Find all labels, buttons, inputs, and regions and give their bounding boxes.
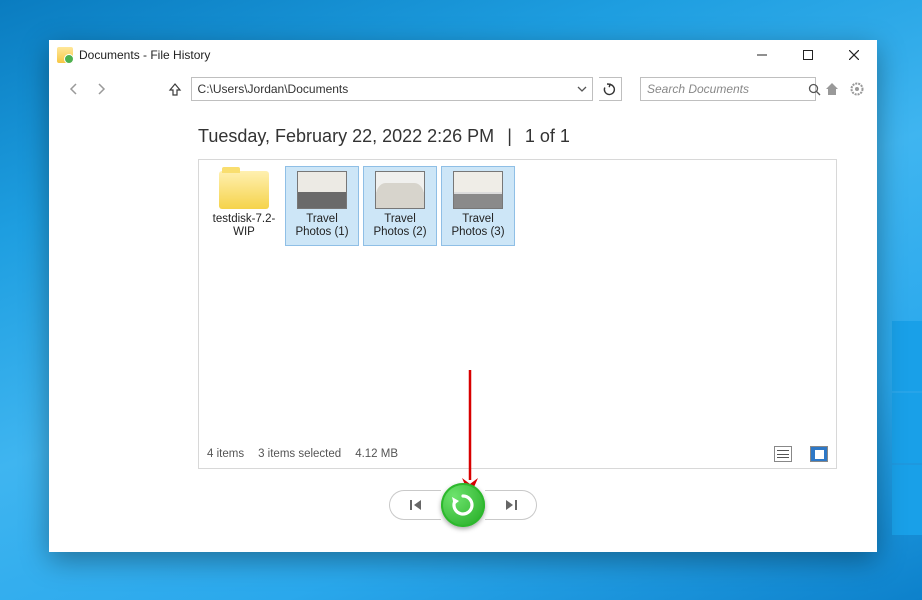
refresh-icon: [603, 83, 616, 96]
skip-forward-icon: [504, 499, 518, 511]
refresh-button[interactable]: [599, 77, 622, 101]
search-box[interactable]: [640, 77, 816, 101]
app-icon: [57, 47, 73, 63]
item-label: Travel Photos (1): [288, 213, 356, 239]
view-large-icons-button[interactable]: [810, 446, 828, 462]
desktop-accent: [892, 321, 922, 535]
address-path: C:\Users\Jordan\Documents: [192, 82, 572, 96]
arrow-up-icon: [168, 82, 182, 96]
chevron-down-icon: [577, 84, 587, 94]
address-dropdown[interactable]: [572, 78, 592, 100]
forward-button[interactable]: [90, 78, 111, 100]
restore-button[interactable]: [441, 483, 485, 527]
maximize-button[interactable]: [785, 40, 831, 70]
navigation-controls: [49, 483, 877, 527]
window-title: Documents - File History: [79, 48, 210, 62]
next-version-button[interactable]: [485, 490, 537, 520]
list-item[interactable]: Travel Photos (2): [363, 166, 437, 246]
home-icon: [824, 81, 840, 97]
skip-back-icon: [409, 499, 423, 511]
gear-icon: [849, 81, 865, 97]
view-details-button[interactable]: [774, 446, 792, 462]
list-item[interactable]: Travel Photos (1): [285, 166, 359, 246]
status-count: 4 items: [207, 448, 244, 460]
version-header: Tuesday, February 22, 2022 2:26 PM | 1 o…: [49, 108, 877, 159]
search-icon: [808, 83, 821, 96]
close-button[interactable]: [831, 40, 877, 70]
settings-button[interactable]: [847, 79, 867, 99]
content-panel: testdisk-7.2-WIP Travel Photos (1) Trave…: [198, 159, 837, 469]
status-size: 4.12 MB: [355, 448, 398, 460]
search-input[interactable]: [641, 78, 808, 100]
item-grid: testdisk-7.2-WIP Travel Photos (1) Trave…: [199, 160, 836, 252]
titlebar: Documents - File History: [49, 40, 877, 70]
toolbar: C:\Users\Jordan\Documents: [49, 70, 877, 108]
item-label: Travel Photos (2): [366, 213, 434, 239]
item-label: testdisk-7.2-WIP: [210, 213, 278, 239]
version-page: 1 of 1: [525, 126, 570, 146]
back-button[interactable]: [63, 78, 84, 100]
minimize-button[interactable]: [739, 40, 785, 70]
separator: |: [507, 126, 512, 146]
version-datetime: Tuesday, February 22, 2022 2:26 PM: [198, 126, 494, 146]
list-item[interactable]: testdisk-7.2-WIP: [207, 166, 281, 246]
folder-icon: [219, 171, 269, 209]
maximize-icon: [803, 50, 813, 60]
minimize-icon: [757, 50, 767, 60]
file-history-window: Documents - File History C:\Users\Jordan…: [49, 40, 877, 552]
home-button[interactable]: [822, 79, 842, 99]
restore-icon: [450, 492, 476, 518]
address-bar[interactable]: C:\Users\Jordan\Documents: [191, 77, 593, 101]
close-icon: [849, 50, 859, 60]
list-item[interactable]: Travel Photos (3): [441, 166, 515, 246]
up-button[interactable]: [165, 79, 185, 99]
photo-thumbnail: [453, 171, 503, 209]
previous-version-button[interactable]: [389, 490, 441, 520]
status-bar: 4 items 3 items selected 4.12 MB: [199, 440, 836, 468]
arrow-right-icon: [93, 81, 109, 97]
arrow-left-icon: [66, 81, 82, 97]
item-label: Travel Photos (3): [444, 213, 512, 239]
photo-thumbnail: [297, 171, 347, 209]
photo-thumbnail: [375, 171, 425, 209]
status-selection: 3 items selected: [258, 448, 341, 460]
